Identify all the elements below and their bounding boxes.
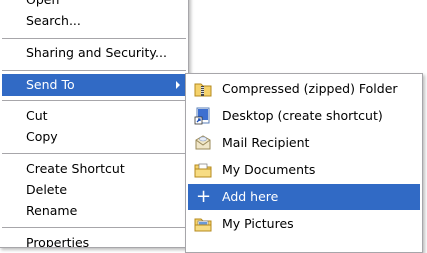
menu-item-create-shortcut[interactable]: Create Shortcut xyxy=(2,158,186,180)
menu-item-label: Search... xyxy=(26,13,81,28)
menu-item-cut[interactable]: Cut xyxy=(2,105,186,127)
menu-item-delete[interactable]: Delete xyxy=(2,179,186,201)
send-to-add-here[interactable]: + Add here xyxy=(188,184,420,210)
menu-item-properties[interactable]: Properties xyxy=(2,232,186,248)
menu-item-send-to[interactable]: Send To xyxy=(2,74,186,96)
menu-item-label: Cut xyxy=(26,108,48,123)
context-menu: Open Search... Sharing and Security... S… xyxy=(0,0,189,248)
menu-item-label: Properties xyxy=(26,235,90,248)
submenu-item-label: My Documents xyxy=(222,162,316,177)
menu-item-label: Copy xyxy=(26,129,58,144)
submenu-item-label: Compressed (zipped) Folder xyxy=(222,81,398,96)
menu-separator xyxy=(2,70,186,71)
menu-separator xyxy=(2,100,186,101)
desktop-shortcut-icon xyxy=(194,107,210,125)
send-to-mail-recipient[interactable]: Mail Recipient xyxy=(188,130,420,156)
submenu-item-label: Desktop (create shortcut) xyxy=(222,108,383,123)
submenu-item-label: Mail Recipient xyxy=(222,135,310,150)
menu-item-sharing-and-security[interactable]: Sharing and Security... xyxy=(2,42,186,64)
pictures-folder-icon xyxy=(194,218,212,232)
menu-item-rename[interactable]: Rename xyxy=(2,200,186,222)
menu-item-label: Delete xyxy=(26,182,68,197)
menu-item-label: Create Shortcut xyxy=(26,161,125,176)
menu-item-copy[interactable]: Copy xyxy=(2,126,186,148)
plus-icon: + xyxy=(196,186,212,207)
send-to-compressed-folder[interactable]: Compressed (zipped) Folder xyxy=(188,76,420,102)
documents-folder-icon xyxy=(194,163,212,178)
menu-item-label: Sharing and Security... xyxy=(26,45,167,60)
menu-separator xyxy=(2,227,186,228)
menu-item-search[interactable]: Search... xyxy=(2,10,186,32)
send-to-my-documents[interactable]: My Documents xyxy=(188,157,420,183)
menu-item-label: Send To xyxy=(26,77,75,92)
menu-separator xyxy=(2,38,186,39)
menu-item-label: Rename xyxy=(26,203,78,218)
send-to-submenu: Compressed (zipped) Folder Desktop (crea… xyxy=(185,73,423,253)
send-to-my-pictures[interactable]: My Pictures xyxy=(188,211,420,237)
menu-separator xyxy=(2,153,186,154)
submenu-item-label: Add here xyxy=(222,189,279,204)
submenu-arrow-icon xyxy=(176,81,180,89)
mail-envelope-icon xyxy=(195,135,211,150)
zip-folder-icon xyxy=(194,83,212,97)
send-to-desktop-shortcut[interactable]: Desktop (create shortcut) xyxy=(188,103,420,129)
submenu-item-label: My Pictures xyxy=(222,216,294,231)
